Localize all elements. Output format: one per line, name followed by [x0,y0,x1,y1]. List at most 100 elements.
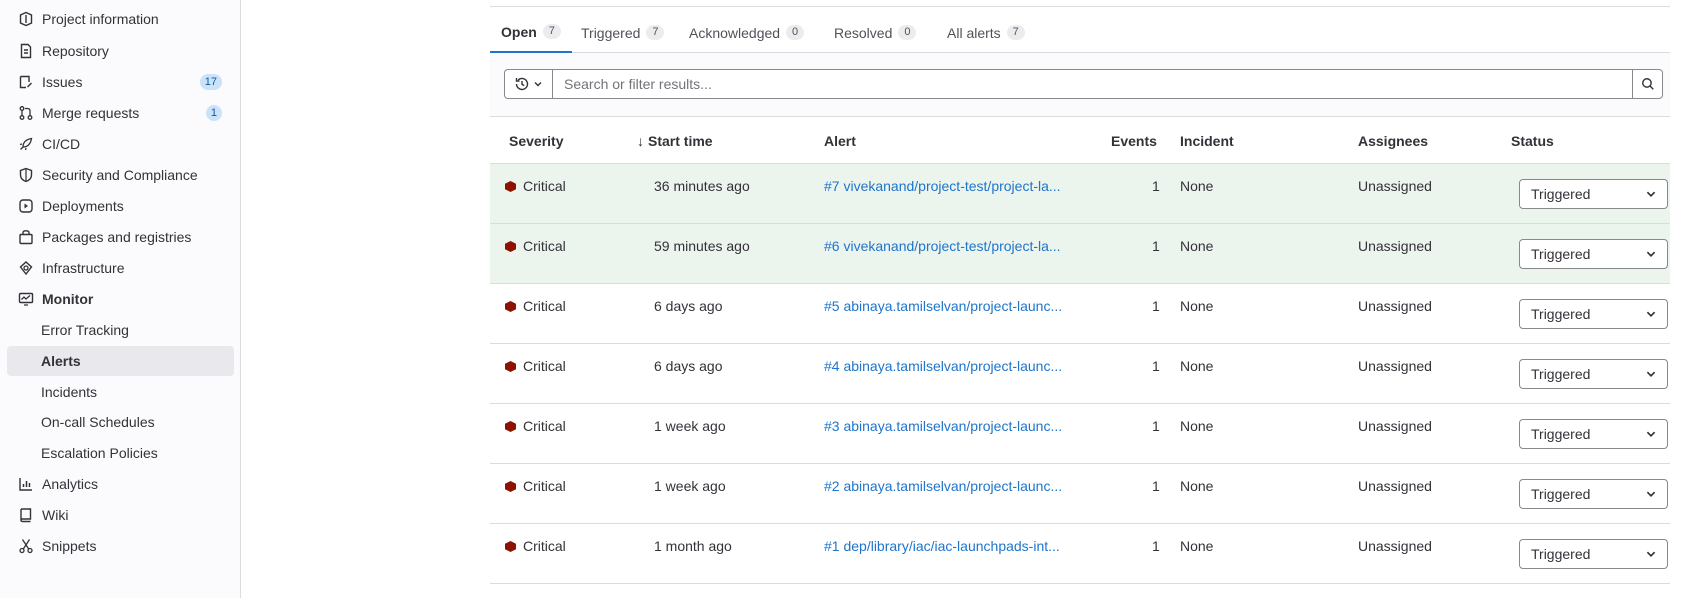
alert-title-link[interactable]: #6 vivekanand/project-test/project-la... [824,238,1061,254]
alert-title-link[interactable]: #7 vivekanand/project-test/project-la... [824,178,1061,194]
critical-severity-icon [505,301,516,312]
merge-request-icon [18,105,34,121]
sidebar-item-ci-cd[interactable]: CI/CD [7,129,234,159]
column-header-severity[interactable]: Severity [509,117,563,164]
severity-cell: Critical [505,358,566,374]
status-dropdown[interactable]: Triggered [1519,179,1668,209]
column-header-events[interactable]: Events [1111,117,1157,164]
project-icon [18,11,34,27]
alert-cell: #6 vivekanand/project-test/project-la... [824,238,1061,254]
search-icon [1641,78,1654,90]
alert-cell: #4 abinaya.tamilselvan/project-launc... [824,358,1062,374]
sidebar-item-analytics[interactable]: Analytics [7,469,234,499]
severity-cell: Critical [505,478,566,494]
tab-label: Resolved [834,24,893,41]
sidebar-item-alerts[interactable]: Alerts [7,346,234,376]
alert-title-link[interactable]: #2 abinaya.tamilselvan/project-launc... [824,478,1062,494]
sidebar-item-security-and-compliance[interactable]: Security and Compliance [7,160,234,190]
table-row[interactable]: Critical 6 days ago #5 abinaya.tamilselvan… [490,284,1670,344]
alert-title-link[interactable]: #5 abinaya.tamilselvan/project-launc... [824,298,1062,314]
status-dropdown[interactable]: Triggered [1519,239,1668,269]
table-row[interactable]: Critical 6 days ago #4 abinaya.tamilselvan… [490,344,1670,404]
start-time-cell: 36 minutes ago [654,178,750,194]
column-header-incident: Incident [1180,132,1234,149]
tab-triggered[interactable]: Triggered 7 [581,12,665,53]
sidebar-item-snippets[interactable]: Snippets [7,531,234,561]
table-header: Severity ↓ Start time Alert Events Incid… [490,117,1670,164]
alert-cell: #1 dep/library/iac/iac-launchpads-int... [824,538,1060,554]
column-header-status[interactable]: Status [1511,117,1554,164]
critical-severity-icon [505,421,516,432]
events-cell: 1 [1152,358,1160,374]
status-dropdown[interactable]: Triggered [1519,539,1668,569]
tab-count-badge: 7 [1006,25,1025,40]
events-cell: 1 [1152,298,1160,314]
chart-icon [18,476,34,492]
sidebar-item-issues[interactable]: Issues 17 [7,67,234,97]
sidebar-item-packages-and-registries[interactable]: Packages and registries [7,222,234,252]
assignees-cell: Unassigned [1358,478,1432,494]
status-dropdown[interactable]: Triggered [1519,479,1668,509]
assignees-cell: Unassigned [1358,178,1432,194]
status-value: Triggered [1531,246,1591,262]
tab-count-badge: 0 [898,25,917,40]
sidebar-item-on-call-schedules[interactable]: On-call Schedules [7,407,234,437]
status-dropdown[interactable]: Triggered [1519,359,1668,389]
severity-label: Critical [523,418,566,434]
column-header-start-time[interactable]: ↓ Start time [637,117,713,164]
sidebar-item-incidents[interactable]: Incidents [7,377,234,407]
start-time-cell: 59 minutes ago [654,238,750,254]
tab-label: Open [501,23,537,40]
rocket-icon [18,136,34,152]
critical-severity-icon [505,481,516,492]
status-value: Triggered [1531,366,1591,382]
issues-icon [18,74,34,90]
sidebar-item-error-tracking[interactable]: Error Tracking [7,315,234,345]
monitor-icon [18,291,34,307]
alert-title-link[interactable]: #3 abinaya.tamilselvan/project-launc... [824,418,1062,434]
critical-severity-icon [505,541,516,552]
sidebar-item-label: Monitor [42,291,94,307]
table-row[interactable]: Critical 1 month ago #1 dep/library/iac/ia… [490,524,1670,584]
column-header-alert[interactable]: Alert [824,117,856,164]
search-history-dropdown[interactable] [504,69,552,99]
alert-title-link[interactable]: #1 dep/library/iac/iac-launchpads-int... [824,538,1060,554]
chevron-down-icon [1646,491,1656,497]
search-button[interactable] [1632,69,1663,99]
severity-label: Critical [523,358,566,374]
status-value: Triggered [1531,426,1591,442]
tab-all-alerts[interactable]: All alerts 7 [947,12,1025,53]
sidebar-item-infrastructure[interactable]: Infrastructure [7,253,234,283]
deployments-icon [18,198,34,214]
sidebar-item-wiki[interactable]: Wiki [7,500,234,530]
sidebar-item-label: Escalation Policies [41,445,158,461]
severity-cell: Critical [505,418,566,434]
table-row[interactable]: Critical 1 week ago #2 abinaya.tamilselvan… [490,464,1670,524]
sidebar-item-repository[interactable]: Repository [7,36,234,66]
sidebar-item-monitor[interactable]: Monitor [7,284,234,314]
critical-severity-icon [505,181,516,192]
events-cell: 1 [1152,238,1160,254]
sidebar-item-project-information[interactable]: Project information [7,4,234,34]
status-dropdown[interactable]: Triggered [1519,299,1668,329]
table-row[interactable]: Critical 1 week ago #3 abinaya.tamilselvan… [490,404,1670,464]
table-row[interactable]: Critical 36 minutes ago #7 vivekanand/proj… [490,164,1670,224]
tab-open[interactable]: Open 7 [490,12,572,53]
status-dropdown[interactable]: Triggered [1519,419,1668,449]
alert-cell: #3 abinaya.tamilselvan/project-launc... [824,418,1062,434]
severity-label: Critical [523,238,566,254]
assignees-cell: Unassigned [1358,538,1432,554]
assignees-cell: Unassigned [1358,238,1432,254]
start-time-cell: 6 days ago [654,298,723,314]
search-input[interactable] [552,69,1633,99]
alert-title-link[interactable]: #4 abinaya.tamilselvan/project-launc... [824,358,1062,374]
sidebar-item-deployments[interactable]: Deployments [7,191,234,221]
sidebar-item-label: CI/CD [42,136,81,152]
table-row[interactable]: Critical 59 minutes ago #6 vivekanand/proj… [490,224,1670,284]
tab-resolved[interactable]: Resolved 0 [834,12,917,53]
sidebar-item-merge-requests[interactable]: Merge requests 1 [7,98,234,128]
sidebar-item-escalation-policies[interactable]: Escalation Policies [7,438,234,468]
tab-acknowledged[interactable]: Acknowledged 0 [689,12,805,53]
tab-count-badge: 7 [542,24,561,39]
sidebar-item-label: Security and Compliance [42,167,198,183]
